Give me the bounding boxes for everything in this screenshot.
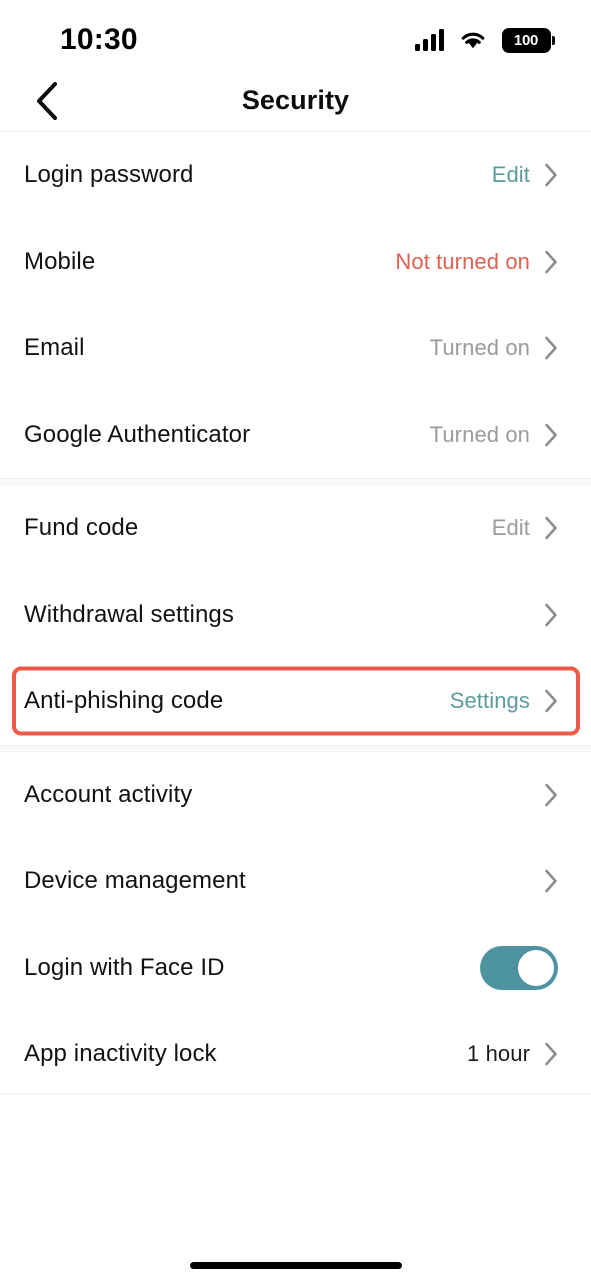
wifi-icon <box>461 32 484 49</box>
status-indicators: 100 <box>414 18 555 53</box>
row-accessory: Edit <box>492 162 558 188</box>
row-accessory <box>480 945 558 990</box>
row-accessory <box>544 869 558 893</box>
cellular-signal-icon <box>414 29 444 51</box>
chevron-right-icon <box>545 689 557 713</box>
status-bar: 10:30 100 <box>0 0 591 70</box>
page-title: Security <box>241 85 350 115</box>
settings-row[interactable]: Account activity <box>0 752 591 839</box>
settings-section: Account activity Device management Login w… <box>0 751 591 1098</box>
settings-row[interactable]: Device management <box>0 838 591 925</box>
list-bottom-divider <box>0 1093 591 1094</box>
chevron-right-icon <box>545 1042 557 1066</box>
back-button[interactable] <box>22 76 72 126</box>
row-title: Anti-phishing code <box>24 687 224 715</box>
settings-row[interactable]: Email Turned on <box>0 305 591 392</box>
settings-row[interactable]: Google Authenticator Turned on <box>0 392 591 479</box>
chevron-right-icon <box>545 516 557 540</box>
row-value[interactable]: 1 hour <box>467 1041 530 1067</box>
row-title: Mobile <box>24 247 96 275</box>
row-accessory: Settings <box>450 688 558 714</box>
settings-row[interactable]: Mobile Not turned on <box>0 219 591 306</box>
row-value[interactable]: Settings <box>450 688 530 714</box>
row-value[interactable]: Edit <box>492 515 530 541</box>
chevron-right-icon <box>545 869 557 893</box>
chevron-right-icon <box>545 603 557 627</box>
chevron-right-icon <box>545 163 557 187</box>
row-title: Account activity <box>24 780 193 808</box>
settings-row[interactable]: Fund code Edit <box>0 485 591 572</box>
row-title: Fund code <box>24 514 139 542</box>
status-time: 10:30 <box>60 23 138 56</box>
settings-section: Fund code Edit Withdrawal settings Anti-phi… <box>0 485 591 745</box>
row-accessory: Turned on <box>430 335 558 361</box>
chevron-right-icon <box>545 336 557 360</box>
row-value[interactable]: Turned on <box>430 335 530 361</box>
chevron-right-icon <box>545 423 557 447</box>
section-separator <box>0 478 591 485</box>
settings-section: Login password Edit Mobile Not turned on Ema… <box>0 132 591 478</box>
row-title: Withdrawal settings <box>24 600 234 628</box>
home-indicator-bar <box>189 1262 402 1269</box>
chevron-left-icon <box>37 81 57 120</box>
row-title: Email <box>24 334 85 362</box>
row-title: Device management <box>24 867 246 895</box>
settings-row[interactable]: Login with Face ID <box>0 925 591 1012</box>
row-value[interactable]: Edit <box>492 162 530 188</box>
settings-list: Login password Edit Mobile Not turned on Ema… <box>0 132 591 1098</box>
row-value[interactable]: Turned on <box>430 422 530 448</box>
chevron-right-icon <box>545 783 557 807</box>
settings-row[interactable]: Withdrawal settings <box>0 572 591 659</box>
toggle-knob <box>518 949 554 986</box>
row-title: Login password <box>24 161 194 189</box>
row-title: Login with Face ID <box>24 953 225 981</box>
settings-row[interactable]: Login password Edit <box>0 132 591 219</box>
battery-level-label: 100 <box>513 31 539 49</box>
phone-screen: 10:30 100 Security Login password Edit M… <box>0 0 591 1280</box>
settings-row[interactable]: Anti-phishing code Settings <box>0 658 591 745</box>
row-accessory: Not turned on <box>395 249 558 275</box>
face-id-toggle[interactable] <box>480 945 558 990</box>
row-accessory <box>544 783 558 807</box>
row-accessory: 1 hour <box>467 1041 558 1067</box>
row-title: App inactivity lock <box>24 1040 217 1068</box>
battery-full-icon: 100 <box>501 27 555 53</box>
settings-row[interactable]: App inactivity lock 1 hour <box>0 1011 591 1098</box>
page-header: Security <box>0 70 591 131</box>
row-accessory: Edit <box>492 515 558 541</box>
row-accessory <box>544 603 558 627</box>
section-separator <box>0 744 591 752</box>
row-value[interactable]: Not turned on <box>395 249 530 275</box>
row-accessory: Turned on <box>430 422 558 448</box>
chevron-right-icon <box>545 250 557 274</box>
row-title: Google Authenticator <box>24 420 251 448</box>
